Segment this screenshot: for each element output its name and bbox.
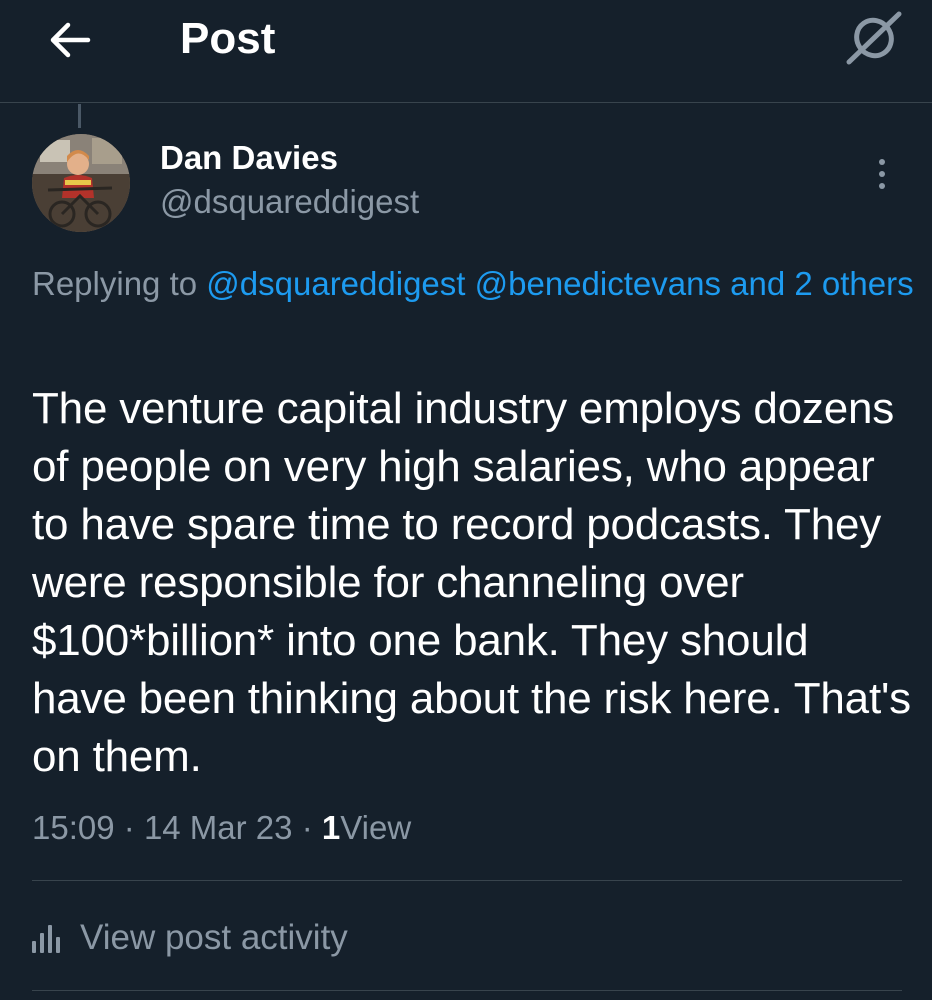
divider [32, 990, 902, 991]
author-name[interactable]: Dan Davies [160, 138, 338, 178]
views-count: 1 [321, 809, 341, 846]
more-vertical-icon [879, 159, 885, 165]
mention-connector[interactable]: and [730, 265, 785, 302]
page-title: Post [180, 14, 276, 63]
post-meta: 15:09 · 14 Mar 23 · 1View [32, 806, 411, 850]
avatar-photo [32, 134, 130, 232]
post-page: Post Dan Davies @dsquareddigest Replying… [0, 0, 932, 1000]
views-label: View [340, 809, 412, 846]
meta-separator: · [123, 809, 135, 846]
avatar[interactable] [32, 134, 130, 232]
meta-separator: · [301, 809, 313, 846]
bar-chart-icon [32, 923, 64, 953]
back-button[interactable] [40, 10, 100, 70]
divider [32, 880, 902, 881]
author-handle[interactable]: @dsquareddigest [160, 182, 419, 222]
replying-to: Replying to @dsquareddigest @benedicteva… [32, 258, 928, 309]
post-text: The venture capital industry employs doz… [32, 384, 911, 781]
grok-icon [846, 11, 902, 65]
grok-button[interactable] [838, 8, 908, 68]
replying-prefix: Replying to [32, 265, 198, 302]
post-time[interactable]: 15:09 [32, 809, 115, 846]
others-link[interactable]: 2 others [794, 265, 913, 302]
arrow-left-icon [50, 22, 91, 58]
thread-connector [78, 104, 81, 128]
post-date[interactable]: 14 Mar 23 [144, 809, 293, 846]
view-post-activity-label: View post activity [80, 918, 348, 957]
view-post-activity-button[interactable]: View post activity [32, 914, 348, 962]
mention-link[interactable]: @benedictevans [475, 265, 721, 302]
mention-link[interactable]: @dsquareddigest [206, 265, 465, 302]
more-button[interactable] [866, 152, 898, 196]
top-bar: Post [0, 0, 932, 103]
